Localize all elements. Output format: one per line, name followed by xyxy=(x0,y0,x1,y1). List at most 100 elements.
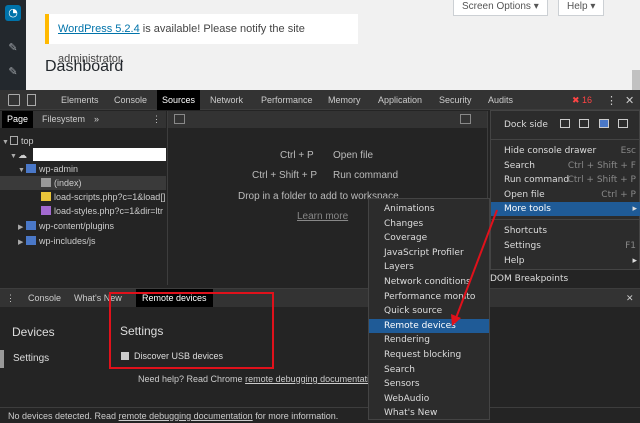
submenu-item-sensors[interactable]: Sensors xyxy=(369,377,489,392)
redacted-origin xyxy=(33,148,166,161)
menu-item-hide-console[interactable]: Hide console drawer Esc xyxy=(491,144,640,158)
sidebar-item-settings[interactable]: Settings xyxy=(0,350,60,368)
page-title: Dashboard xyxy=(45,58,124,75)
help-text: Need help? Read Chrome remote debugging … xyxy=(138,374,380,384)
more-tools-submenu: Animations Changes Coverage JavaScript P… xyxy=(368,198,490,420)
chevron-right-icon: ▸ xyxy=(632,256,637,266)
tab-application[interactable]: Application xyxy=(378,90,422,110)
action-run-command: Run command xyxy=(333,170,399,181)
scrollbar[interactable] xyxy=(632,70,640,90)
tree-item-wp-includes[interactable]: ▶ wp-includes/js xyxy=(18,234,96,248)
shortcut-run-command: Ctrl + Shift + P xyxy=(252,170,318,181)
close-icon[interactable]: ✕ xyxy=(626,289,634,308)
submenu-item-performance-monitor[interactable]: Performance monito xyxy=(369,290,489,305)
device-toolbar-icon[interactable] xyxy=(27,94,36,106)
more-icon[interactable]: ⋮ xyxy=(606,94,617,107)
tree-item-wp-content[interactable]: ▶ wp-content/plugins xyxy=(18,219,114,233)
dock-left-icon[interactable] xyxy=(579,119,589,128)
menu-item-shortcuts[interactable]: Shortcuts xyxy=(491,224,640,238)
dock-right-icon[interactable] xyxy=(618,119,628,128)
folder-icon xyxy=(26,164,36,173)
drawer-tab-console[interactable]: Console xyxy=(28,289,61,308)
tree-item-load-styles[interactable]: load-styles.php?c=1&dir=ltr xyxy=(41,204,163,218)
menu-divider xyxy=(491,139,640,140)
toggle-navigator-icon[interactable] xyxy=(174,114,185,124)
pin-icon[interactable]: ✎ xyxy=(7,66,19,78)
cloud-icon: ☁ xyxy=(18,150,27,160)
tab-memory[interactable]: Memory xyxy=(328,90,361,110)
submenu-item-whats-new[interactable]: What's New xyxy=(369,406,489,421)
tab-network[interactable]: Network xyxy=(210,90,243,110)
dock-side-label: Dock side xyxy=(504,120,548,130)
tab-performance[interactable]: Performance xyxy=(261,90,313,110)
dashboard-icon[interactable]: ◔ xyxy=(5,5,21,21)
sources-subtabs: Page Filesystem » ⋮ xyxy=(0,111,166,128)
menu-divider xyxy=(491,219,640,220)
wp-admin-sidebar: ◔ ✎ ✎ xyxy=(0,0,26,90)
submenu-item-request-blocking[interactable]: Request blocking xyxy=(369,348,489,363)
tree-item-index[interactable]: (index) xyxy=(0,176,166,190)
editor-toolbar xyxy=(168,111,488,128)
submenu-item-network-conditions[interactable]: Network conditions xyxy=(369,275,489,290)
tab-console[interactable]: Console xyxy=(114,90,147,110)
devtools-tab-bar: Elements Console Sources Network Perform… xyxy=(0,90,640,110)
toggle-debugger-icon[interactable] xyxy=(460,114,471,124)
submenu-item-coverage[interactable]: Coverage xyxy=(369,231,489,246)
undock-icon[interactable] xyxy=(560,119,570,128)
menu-item-open-file[interactable]: Open file Ctrl + P xyxy=(491,188,640,202)
submenu-item-javascript-profiler[interactable]: JavaScript Profiler xyxy=(369,246,489,261)
inspect-icon[interactable] xyxy=(8,94,20,106)
submenu-item-rendering[interactable]: Rendering xyxy=(369,333,489,348)
status-docs-link[interactable]: remote debugging documentation xyxy=(119,411,253,421)
tab-elements[interactable]: Elements xyxy=(61,90,99,110)
more-icon[interactable]: ⋮ xyxy=(6,289,15,308)
shortcut-open-file: Ctrl + P xyxy=(280,150,314,161)
learn-more-link[interactable]: Learn more xyxy=(297,211,348,222)
pin-icon[interactable]: ✎ xyxy=(7,42,19,54)
menu-item-search[interactable]: Search Ctrl + Shift + F xyxy=(491,159,640,173)
menu-item-help[interactable]: Help ▸ xyxy=(491,254,640,268)
submenu-item-remote-devices[interactable]: Remote devices xyxy=(369,318,489,334)
remote-devices-panel: Devices Settings Settings Discover USB d… xyxy=(0,307,640,407)
submenu-item-webaudio[interactable]: WebAudio xyxy=(369,392,489,407)
help-docs-link[interactable]: remote debugging documentation xyxy=(245,374,379,384)
subtab-filesystem[interactable]: Filesystem xyxy=(42,111,85,128)
tree-item-top[interactable]: ▼ top xyxy=(2,134,34,148)
chevron-right-icon: ▸ xyxy=(632,204,637,214)
tab-audits[interactable]: Audits xyxy=(488,90,513,110)
stylesheet-file-icon xyxy=(41,206,51,215)
submenu-item-animations[interactable]: Animations xyxy=(369,202,489,217)
error-badge[interactable]: ✖ 16 xyxy=(572,95,592,106)
tree-item-wp-admin[interactable]: ▼ wp-admin xyxy=(18,162,78,176)
screen-options-button[interactable]: Screen Options ▾ xyxy=(453,0,548,16)
subtab-page[interactable]: Page xyxy=(2,111,34,128)
devtools-main-menu: Dock side Hide console drawer Esc Search C… xyxy=(490,110,640,270)
dock-bottom-icon[interactable] xyxy=(599,119,609,128)
drawer-tab-bar: ⋮ Console What's New Remote devices ✕ xyxy=(0,288,640,308)
action-open-file: Open file xyxy=(333,150,374,161)
submenu-item-changes[interactable]: Changes xyxy=(369,217,489,232)
update-link[interactable]: WordPress 5.2.4 xyxy=(58,23,140,35)
chevron-right-icon[interactable]: » xyxy=(94,111,99,128)
folder-icon xyxy=(26,236,36,245)
status-bar: No devices detected. Read remote debuggi… xyxy=(0,407,640,423)
help-button[interactable]: Help ▾ xyxy=(558,0,605,16)
menu-item-more-tools[interactable]: More tools ▸ xyxy=(491,202,640,216)
dom-breakpoints-label[interactable]: DOM Breakpoints xyxy=(490,274,568,284)
submenu-item-layers[interactable]: Layers xyxy=(369,260,489,275)
submenu-item-search[interactable]: Search xyxy=(369,363,489,378)
tab-sources[interactable]: Sources xyxy=(157,90,201,110)
folder-icon xyxy=(26,221,36,230)
tab-security[interactable]: Security xyxy=(439,90,472,110)
file-icon xyxy=(41,178,51,187)
close-icon[interactable]: ✕ xyxy=(625,94,634,107)
tree-item-origin[interactable]: ▼☁ xyxy=(10,148,27,162)
more-icon[interactable]: ⋮ xyxy=(152,111,161,128)
tree-item-load-scripts[interactable]: load-scripts.php?c=1&load[] xyxy=(41,190,165,204)
update-notice: WordPress 5.2.4 is available! Please not… xyxy=(45,14,358,65)
submenu-item-quick-source[interactable]: Quick source xyxy=(369,304,489,319)
devices-heading: Devices xyxy=(12,325,55,339)
menu-item-run-command[interactable]: Run command Ctrl + Shift + P xyxy=(491,173,640,187)
annotation-highlight-box xyxy=(109,292,274,369)
menu-item-settings[interactable]: Settings F1 xyxy=(491,239,640,253)
